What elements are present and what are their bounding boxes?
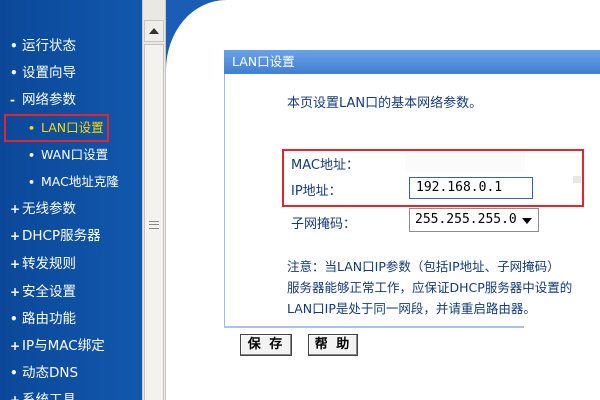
intro-text: 本页设置LAN口的基本网络参数。 — [287, 96, 483, 111]
arrow-up-icon — [149, 28, 159, 34]
ip-address-label: IP地址： — [291, 184, 342, 199]
nav-item-label: 安全设置 — [22, 284, 76, 300]
nav-item-label: DHCP服务器 — [22, 228, 101, 244]
panel-body: 本页设置LAN口的基本网络参数。 MAC地址： IP地址： 192.168.0.… — [224, 74, 600, 326]
nav-item-label: 路由功能 — [22, 311, 76, 327]
nav-item-status[interactable]: • 运行状态 — [10, 35, 76, 57]
current-item-highlight-box — [4, 114, 109, 142]
mac-address-value — [405, 152, 525, 172]
nav-item-label: WAN口设置 — [41, 147, 109, 162]
note-line: LAN口IP是处于同一网段，并请重启路由器。 — [287, 301, 536, 316]
nav-item-routing[interactable]: • 路由功能 — [10, 308, 76, 330]
subnet-mask-label: 子网掩码： — [291, 217, 357, 232]
router-logo-icon — [462, 340, 498, 376]
nav-item-ip-mac-binding[interactable]: + IP与MAC绑定 — [10, 335, 105, 357]
subnet-mask-select[interactable]: 255.255.255.0 — [409, 208, 539, 232]
nav-item-label: 动态DNS — [22, 365, 79, 381]
nav-item-system-tools[interactable]: + 系统工具 — [10, 389, 76, 400]
watermark: 路由器 luyouqi.com — [462, 336, 600, 396]
nav-item-mac-clone[interactable]: • MAC地址克隆 — [28, 171, 119, 193]
nav-item-security[interactable]: + 安全设置 — [10, 281, 76, 303]
nav-item-label: 运行状态 — [22, 38, 76, 54]
sidebar-scrollbar[interactable] — [142, 0, 166, 400]
decorative-mark — [573, 176, 581, 183]
nav-item-label: 转发规则 — [22, 256, 76, 272]
subnet-mask-value: 255.255.255.0 — [415, 212, 517, 227]
sidebar-nav: • 运行状态 • 设置向导 - 网络参数 • LAN口设置 • WAN口设置 • MAC地址… — [0, 0, 142, 400]
nav-item-wireless[interactable]: + 无线参数 — [10, 198, 76, 220]
nav-item-forwarding[interactable]: + 转发规则 — [10, 253, 76, 275]
note-line: 服务器能够正常工作，应保证DHCP服务器中设置的 — [287, 280, 573, 295]
scroll-thumb[interactable] — [144, 44, 164, 400]
nav-item-label: 系统工具 — [22, 392, 76, 400]
grip-icon — [149, 221, 159, 229]
watermark-url: luyouqi.com — [530, 368, 592, 379]
nav-item-network-params[interactable]: - 网络参数 — [10, 89, 76, 111]
nav-item-wan-settings[interactable]: • WAN口设置 — [28, 144, 108, 166]
save-button[interactable]: 保 存 — [240, 334, 292, 356]
help-button[interactable]: 帮 助 — [308, 334, 358, 356]
watermark-title: 路由器 — [506, 344, 576, 369]
scroll-up-button[interactable] — [144, 20, 164, 42]
chevron-down-icon — [522, 218, 532, 224]
mac-address-label: MAC地址： — [291, 158, 359, 173]
nav-item-label: 网络参数 — [22, 92, 76, 108]
nav-item-label: 无线参数 — [22, 201, 76, 217]
note-line: 注意：当LAN口IP参数（包括IP地址、子网掩码） — [287, 259, 560, 274]
nav-item-label: IP与MAC绑定 — [22, 338, 105, 354]
nav-item-setup-wizard[interactable]: • 设置向导 — [10, 62, 76, 84]
nav-item-dhcp[interactable]: + DHCP服务器 — [10, 225, 101, 247]
lan-settings-panel: LAN口设置 本页设置LAN口的基本网络参数。 MAC地址： IP地址： 192… — [224, 50, 600, 370]
nav-item-ddns[interactable]: • 动态DNS — [10, 362, 78, 384]
panel-divider — [224, 326, 524, 328]
panel-title: LAN口设置 — [224, 50, 600, 74]
nav-item-label: 设置向导 — [22, 65, 76, 81]
nav-item-label: MAC地址克隆 — [41, 174, 119, 189]
ip-address-input[interactable]: 192.168.0.1 — [409, 177, 533, 199]
